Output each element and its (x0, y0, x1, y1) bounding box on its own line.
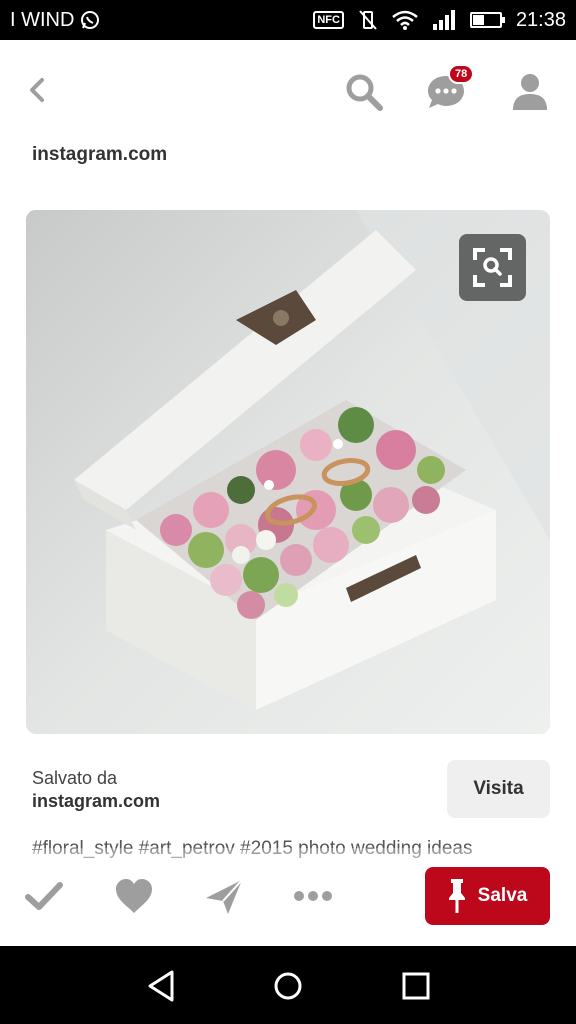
battery-level (472, 15, 485, 25)
save-button-label: Salva (477, 885, 528, 906)
nfc-indicator: NFC (313, 11, 344, 29)
battery-icon (469, 12, 505, 28)
heart-icon[interactable] (112, 874, 156, 918)
home-circle-icon[interactable] (268, 966, 308, 1006)
search-icon[interactable] (342, 70, 386, 114)
saved-from-label: Salvato da (32, 768, 118, 788)
action-bar: Salva (0, 860, 576, 940)
wifi-icon (392, 10, 418, 30)
saved-from-source[interactable]: instagram.com (32, 791, 160, 812)
whatsapp-icon (81, 11, 100, 29)
system-nav-bar (0, 946, 576, 1024)
notification-badge: 78 (448, 64, 475, 84)
visit-button[interactable]: Visita (447, 760, 550, 818)
save-button[interactable]: Salva (425, 867, 550, 925)
check-icon[interactable] (22, 874, 66, 918)
cell-signal-icon (432, 10, 455, 30)
status-bar: I WIND NFC 21:38 (0, 0, 576, 40)
chevron-left-icon[interactable] (20, 72, 56, 108)
carrier-name: I WIND (10, 8, 75, 31)
vibrate-mute-icon (359, 10, 377, 30)
send-icon[interactable] (202, 874, 246, 918)
pin-icon (448, 879, 465, 913)
app-header: 78 (0, 40, 576, 140)
person-icon[interactable] (508, 70, 552, 114)
clock: 21:38 (515, 8, 566, 31)
more-icon[interactable] (291, 874, 335, 918)
back-triangle-icon[interactable] (142, 966, 182, 1006)
visual-search-icon[interactable] (459, 234, 526, 301)
pin-source-domain[interactable]: instagram.com (32, 144, 167, 166)
recents-square-icon[interactable] (396, 966, 436, 1006)
